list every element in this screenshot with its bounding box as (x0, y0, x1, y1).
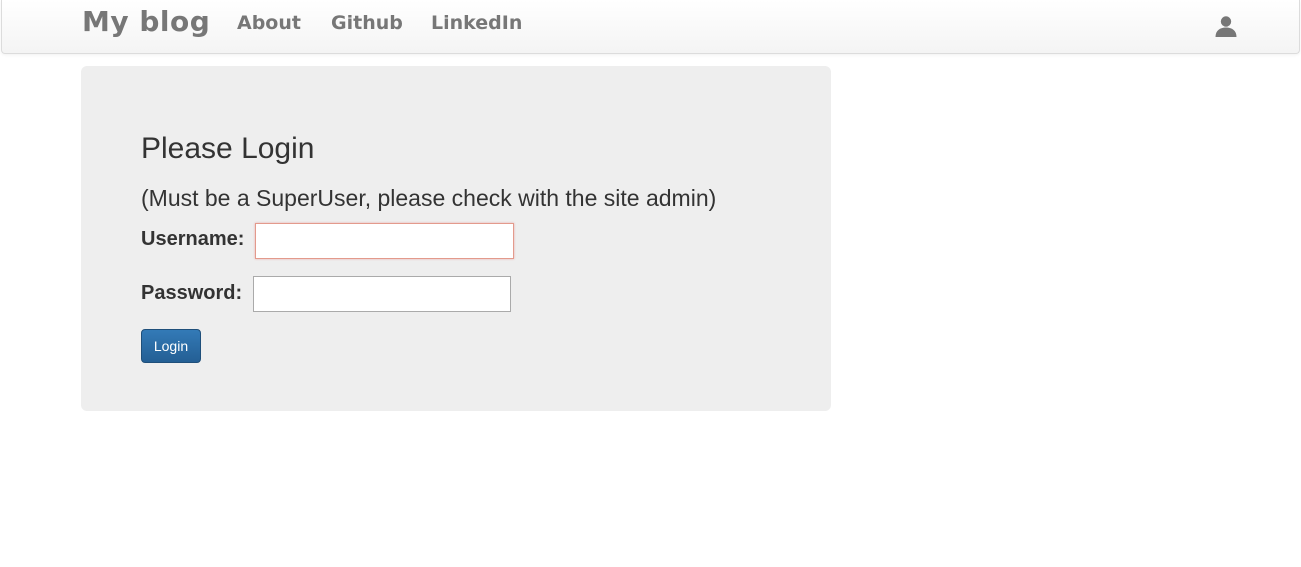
username-field[interactable] (255, 223, 514, 259)
nav-link-about[interactable]: About (237, 12, 301, 34)
login-button[interactable]: Login (141, 329, 201, 363)
top-navbar: My blog About Github LinkedIn (1, 0, 1300, 54)
brand-link[interactable]: My blog (82, 5, 210, 38)
nav-link-github[interactable]: Github (331, 12, 403, 34)
page-title: Please Login (141, 132, 315, 165)
password-field[interactable] (253, 276, 511, 312)
password-label: Password: (141, 282, 243, 304)
login-subtitle: (Must be a SuperUser, please check with … (141, 185, 717, 211)
user-icon[interactable] (1214, 14, 1238, 38)
nav-link-linkedin[interactable]: LinkedIn (431, 12, 522, 34)
login-panel: Please Login (Must be a SuperUser, pleas… (81, 66, 831, 411)
username-label: Username: (141, 228, 245, 250)
